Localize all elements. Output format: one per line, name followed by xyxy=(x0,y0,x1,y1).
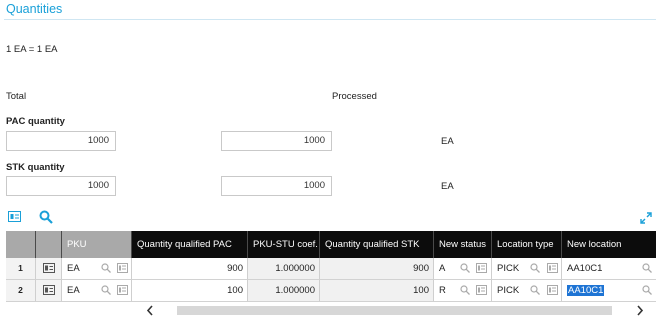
lookup-icon[interactable] xyxy=(460,285,470,295)
location-type-value: PICK xyxy=(497,263,520,274)
location-type-value: PICK xyxy=(497,285,520,296)
stk-processed-field[interactable]: 1000 xyxy=(221,176,332,196)
qty-stk-cell: 900 xyxy=(320,258,434,280)
column-header-new-status[interactable]: New status xyxy=(434,231,492,258)
expand-icon[interactable] xyxy=(640,212,652,227)
selection-list-icon[interactable] xyxy=(476,263,487,273)
selection-list-icon[interactable] xyxy=(117,263,128,273)
selection-list-icon[interactable] xyxy=(476,285,487,295)
lookup-icon[interactable] xyxy=(642,285,652,295)
table-row: 1 EA 900 1.000000 900 A PICK AA10C1 xyxy=(6,258,656,280)
selection-list-icon[interactable] xyxy=(547,285,558,295)
grid-header-row: PKU Quantity qualified PAC PKU-STU coef.… xyxy=(6,231,656,258)
pku-value: EA xyxy=(67,285,80,296)
pac-processed-field[interactable]: 1000 xyxy=(221,131,332,151)
column-header-pku[interactable]: PKU xyxy=(62,231,132,258)
lookup-icon[interactable] xyxy=(530,285,540,295)
horizontal-scrollbar[interactable] xyxy=(6,303,656,317)
location-value-selected[interactable]: AA10C1 xyxy=(567,285,605,296)
qty-pac-cell[interactable]: 100 xyxy=(132,280,248,302)
pku-value: EA xyxy=(67,263,80,274)
new-status-cell[interactable]: A xyxy=(434,258,492,280)
lookup-icon[interactable] xyxy=(642,263,652,273)
pac-quantity-label: PAC quantity xyxy=(6,116,65,127)
pku-cell[interactable]: EA xyxy=(62,280,132,302)
location-type-cell[interactable]: PICK xyxy=(492,280,562,302)
selection-list-icon[interactable] xyxy=(117,285,128,295)
column-header-qty-pac[interactable]: Quantity qualified PAC xyxy=(132,231,248,258)
chevron-right-icon[interactable] xyxy=(636,305,644,319)
lookup-icon[interactable] xyxy=(530,263,540,273)
column-header-qty-stk[interactable]: Quantity qualified STK xyxy=(320,231,434,258)
coef-cell: 1.000000 xyxy=(248,258,320,280)
selection-list-icon[interactable] xyxy=(547,263,558,273)
location-value: AA10C1 xyxy=(567,263,603,274)
row-number-header xyxy=(6,231,36,258)
section-divider xyxy=(4,19,656,20)
stk-quantity-label: STK quantity xyxy=(6,162,65,173)
stk-total-field[interactable]: 1000 xyxy=(6,176,116,196)
stk-unit: EA xyxy=(441,181,454,192)
new-status-cell[interactable]: R xyxy=(434,280,492,302)
row-number: 1 xyxy=(6,258,36,280)
location-type-cell[interactable]: PICK xyxy=(492,258,562,280)
column-header-location-type[interactable]: Location type xyxy=(492,231,562,258)
section-title: Quantities xyxy=(6,2,63,16)
total-label: Total xyxy=(6,91,27,102)
scrollbar-thumb[interactable] xyxy=(177,306,612,315)
status-value: R xyxy=(439,285,446,296)
unit-conversion-text: 1 EA = 1 EA xyxy=(6,44,58,55)
column-header-coef[interactable]: PKU-STU coef. xyxy=(248,231,320,258)
new-location-cell[interactable]: AA10C1 xyxy=(562,280,656,302)
coef-cell: 1.000000 xyxy=(248,280,320,302)
lookup-icon[interactable] xyxy=(101,285,111,295)
qty-pac-cell[interactable]: 900 xyxy=(132,258,248,280)
row-detail-icon[interactable] xyxy=(36,280,62,302)
pac-unit: EA xyxy=(441,136,454,147)
pku-cell[interactable]: EA xyxy=(62,258,132,280)
row-detail-icon[interactable] xyxy=(36,258,62,280)
processed-label: Processed xyxy=(332,91,377,102)
lookup-icon[interactable] xyxy=(460,263,470,273)
chevron-left-icon[interactable] xyxy=(146,305,154,319)
new-location-cell[interactable]: AA10C1 xyxy=(562,258,656,280)
row-detail-header xyxy=(36,231,62,258)
status-value: A xyxy=(439,263,446,274)
table-row: 2 EA 100 1.000000 100 R PICK AA10C1 xyxy=(6,280,656,302)
lookup-icon[interactable] xyxy=(101,263,111,273)
column-header-new-location[interactable]: New location xyxy=(562,231,656,258)
row-number: 2 xyxy=(6,280,36,302)
pac-total-field[interactable]: 1000 xyxy=(6,131,116,151)
qty-stk-cell: 100 xyxy=(320,280,434,302)
search-icon[interactable] xyxy=(39,210,53,227)
list-view-icon[interactable] xyxy=(8,211,21,225)
